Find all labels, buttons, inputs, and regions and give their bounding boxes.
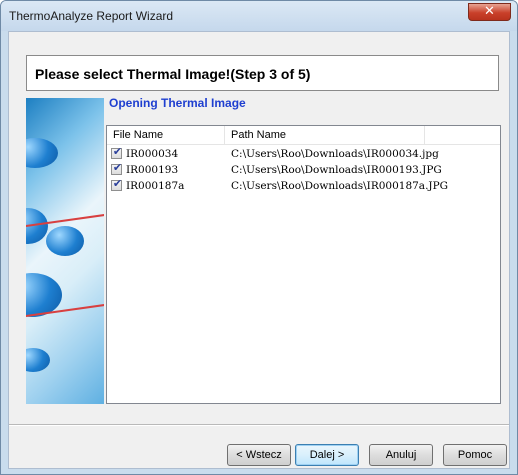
wizard-window: ThermoAnalyze Report Wizard ✕ Please sel… <box>0 0 518 475</box>
list-header: File Name Path Name <box>107 126 500 145</box>
back-button[interactable]: < Wstecz <box>227 444 291 466</box>
file-name-cell: IR000034 <box>126 148 179 160</box>
path-name-cell: C:\Users\Roo\Downloads\IR000193.JPG <box>231 164 442 176</box>
help-button[interactable]: Pomoc <box>443 444 507 466</box>
file-name-cell: IR000193 <box>126 164 179 176</box>
check-icon: ✔ <box>112 145 123 158</box>
check-icon: ✔ <box>112 177 123 190</box>
wizard-client-area: Please select Thermal Image!(Step 3 of 5… <box>8 31 510 469</box>
row-checkbox[interactable]: ✔ <box>111 161 123 175</box>
footer-separator <box>9 424 509 426</box>
column-header-path-name[interactable]: Path Name <box>225 126 425 144</box>
path-name-cell: C:\Users\Roo\Downloads\IR000034.jpg <box>231 148 439 160</box>
check-icon: ✔ <box>112 161 123 174</box>
list-item[interactable]: ✔ IR000193 C:\Users\Roo\Downloads\IR0001… <box>107 161 500 178</box>
list-item[interactable]: ✔ IR000034 C:\Users\Roo\Downloads\IR0000… <box>107 145 500 162</box>
title-bar[interactable]: ThermoAnalyze Report Wizard ✕ <box>1 1 517 31</box>
column-header-file-name[interactable]: File Name <box>107 126 225 144</box>
next-button[interactable]: Dalej > <box>295 444 359 466</box>
close-icon: ✕ <box>484 4 495 19</box>
close-button[interactable]: ✕ <box>468 3 511 21</box>
thermal-image-list[interactable]: File Name Path Name ✔ IR000034 C:\Users\… <box>106 125 501 404</box>
file-name-cell: IR000187a <box>126 180 185 192</box>
row-checkbox[interactable]: ✔ <box>111 177 123 191</box>
section-title: Opening Thermal Image <box>109 96 246 110</box>
wizard-side-image <box>26 98 104 404</box>
window-title: ThermoAnalyze Report Wizard <box>9 9 174 23</box>
list-item[interactable]: ✔ IR000187a C:\Users\Roo\Downloads\IR000… <box>107 177 500 194</box>
path-name-cell: C:\Users\Roo\Downloads\IR000187a.JPG <box>231 180 449 192</box>
row-checkbox[interactable]: ✔ <box>111 145 123 159</box>
step-header: Please select Thermal Image!(Step 3 of 5… <box>26 55 499 91</box>
cancel-button[interactable]: Anuluj <box>369 444 433 466</box>
step-title: Please select Thermal Image!(Step 3 of 5… <box>35 66 311 82</box>
